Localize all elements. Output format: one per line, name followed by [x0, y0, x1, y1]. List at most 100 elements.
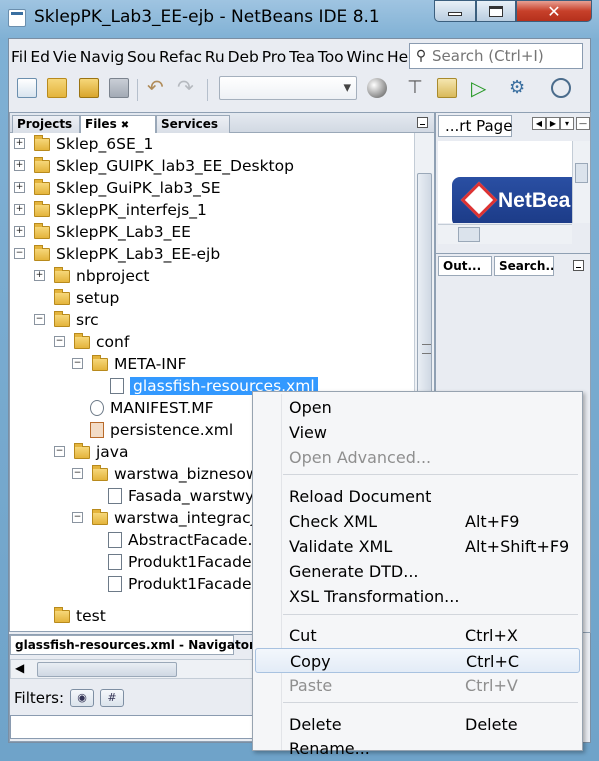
menu-team[interactable]: Tea	[287, 48, 316, 66]
maximize-button[interactable]	[476, 0, 516, 22]
menu-tools[interactable]: Too	[316, 48, 345, 66]
tab-projects[interactable]: Projects	[12, 115, 80, 133]
tab-scroll-right-icon[interactable]: ▶	[546, 117, 560, 130]
tree-item[interactable]: − java	[54, 441, 128, 463]
scrollbar-thumb[interactable]	[575, 163, 588, 183]
collapse-icon[interactable]: −	[72, 468, 83, 479]
tab-start-page[interactable]: ...rt Page	[438, 115, 512, 137]
scrollbar-thumb[interactable]	[458, 227, 480, 242]
collapse-icon[interactable]: −	[72, 512, 83, 523]
menu-item-rename[interactable]: Rename...	[255, 736, 580, 761]
tree-item[interactable]: AbstractFacade.ja	[108, 529, 266, 551]
scrollbar-thumb[interactable]	[37, 662, 177, 677]
menu-navigate[interactable]: Navig	[78, 48, 125, 66]
debug-icon[interactable]: ⚙	[509, 78, 529, 98]
quick-search[interactable]: ⚲	[409, 43, 583, 69]
menu-view[interactable]: Vie	[51, 48, 78, 66]
menu-source[interactable]: Sou	[125, 48, 157, 66]
tree-item[interactable]: − src	[34, 309, 99, 331]
menu-item-reload-document[interactable]: Reload Document	[255, 484, 580, 509]
start-page-vscroll[interactable]	[572, 141, 590, 223]
menu-edit[interactable]: Ed	[28, 48, 51, 66]
tree-item[interactable]: MANIFEST.MF	[90, 397, 214, 419]
menu-debug[interactable]: Deb	[226, 48, 260, 66]
expand-icon[interactable]: +	[14, 226, 25, 237]
close-button[interactable]: ✕	[516, 0, 592, 22]
open-project-icon[interactable]	[79, 78, 99, 98]
tree-item[interactable]: setup	[54, 287, 119, 309]
configuration-combo[interactable]	[219, 76, 357, 100]
menu-profile[interactable]: Pro	[260, 48, 287, 66]
tree-item[interactable]: Produkt1Facade.j	[108, 551, 261, 573]
expand-icon[interactable]: +	[14, 204, 25, 215]
menu-help[interactable]: He	[385, 48, 409, 66]
tree-item[interactable]: − warstwa_biznesowa_	[72, 463, 276, 485]
tab-services[interactable]: Services	[156, 115, 230, 133]
tree-item[interactable]: + nbproject	[34, 265, 149, 287]
filter-attributes-icon[interactable]: ◉	[70, 689, 95, 707]
tree-item[interactable]: − SklepPK_Lab3_EE-ejb	[14, 243, 220, 265]
tab-navigator[interactable]: glassfish-resources.xml - Navigator ✖	[10, 635, 267, 655]
menu-window[interactable]: Winc	[345, 48, 385, 66]
navigator-input[interactable]	[10, 715, 260, 739]
close-tab-icon[interactable]: ✖	[121, 120, 129, 131]
tab-output[interactable]: Out...	[438, 256, 492, 276]
collapse-icon[interactable]: −	[14, 248, 25, 259]
title-bar[interactable]: SklepPK_Lab3_EE-ejb - NetBeans IDE 8.1 ✕	[0, 0, 599, 38]
tree-item[interactable]: + Sklep_GUIPK_lab3_EE_Desktop	[14, 155, 294, 177]
tab-files[interactable]: Files ✖	[80, 115, 156, 133]
tree-item[interactable]: − META-INF	[72, 353, 186, 375]
filter-content-icon[interactable]: #	[100, 689, 125, 707]
menu-item-xsl-transformation[interactable]: XSL Transformation...	[255, 584, 580, 609]
menu-item-open[interactable]: Open	[255, 395, 580, 420]
menu-refactor[interactable]: Refac	[157, 48, 203, 66]
menu-item-paste[interactable]: Paste Ctrl+V	[255, 673, 580, 698]
menu-item-delete[interactable]: Delete Delete	[255, 712, 580, 737]
menu-item-cut[interactable]: Cut Ctrl+X	[255, 623, 580, 648]
expand-icon[interactable]: +	[14, 160, 25, 171]
menu-run[interactable]: Ru	[203, 48, 226, 66]
profile-icon[interactable]	[551, 78, 571, 98]
tree-item[interactable]: persistence.xml	[90, 419, 233, 441]
expand-icon[interactable]: +	[14, 182, 25, 193]
tree-item[interactable]: + Sklep_6SE_1	[14, 133, 153, 155]
tab-search-results[interactable]: Search...	[494, 256, 554, 276]
tree-item[interactable]: + SklepPK_Lab3_EE	[14, 221, 191, 243]
new-project-icon[interactable]	[47, 78, 67, 98]
undo-icon[interactable]: ↶	[147, 77, 167, 98]
run-icon[interactable]: ▷	[471, 78, 491, 98]
tree-item[interactable]: Fasada_warstwy_	[108, 485, 262, 507]
minimize-button[interactable]	[434, 0, 476, 22]
tree-item[interactable]: Produkt1FacadeLo	[108, 573, 269, 595]
clean-build-icon[interactable]	[437, 78, 457, 98]
expand-icon[interactable]: +	[14, 138, 25, 149]
tree-item[interactable]: − conf	[54, 331, 129, 353]
tree-item[interactable]: test	[54, 605, 106, 627]
menu-item-generate-dtd[interactable]: Generate DTD...	[255, 559, 580, 584]
menu-file[interactable]: Fil	[9, 48, 28, 66]
save-all-icon[interactable]	[109, 78, 129, 98]
globe-icon[interactable]	[367, 78, 387, 98]
menu-item-open-advanced[interactable]: Open Advanced...	[255, 445, 580, 470]
build-hammer-icon[interactable]: ⊤	[405, 78, 425, 98]
expand-icon[interactable]: +	[34, 270, 45, 281]
menu-item-check-xml[interactable]: Check XML Alt+F9	[255, 509, 580, 534]
search-input[interactable]	[432, 47, 580, 65]
collapse-icon[interactable]: −	[54, 446, 65, 457]
netbeans-logo[interactable]: NetBea	[452, 177, 572, 223]
tab-list-icon[interactable]: ▾	[560, 117, 574, 130]
minimize-panel-icon[interactable]: —	[576, 117, 590, 130]
collapse-icon[interactable]: −	[54, 336, 65, 347]
menu-item-view[interactable]: View	[255, 420, 580, 445]
minimize-panel-icon[interactable]	[573, 260, 584, 271]
tab-scroll-left-icon[interactable]: ◀	[532, 117, 546, 130]
new-file-icon[interactable]	[17, 78, 37, 98]
start-page-hscroll[interactable]	[438, 224, 572, 244]
tree-item[interactable]: + Sklep_GuiPK_lab3_SE	[14, 177, 221, 199]
tree-item[interactable]: + SklepPK_interfejs_1	[14, 199, 207, 221]
menu-item-validate-xml[interactable]: Validate XML Alt+Shift+F9	[255, 534, 580, 559]
collapse-icon[interactable]: −	[72, 358, 83, 369]
scroll-left-icon[interactable]: ◀	[15, 661, 24, 675]
minimize-panel-icon[interactable]	[417, 117, 428, 128]
navigator-scrollbar[interactable]: ◀	[10, 659, 260, 679]
